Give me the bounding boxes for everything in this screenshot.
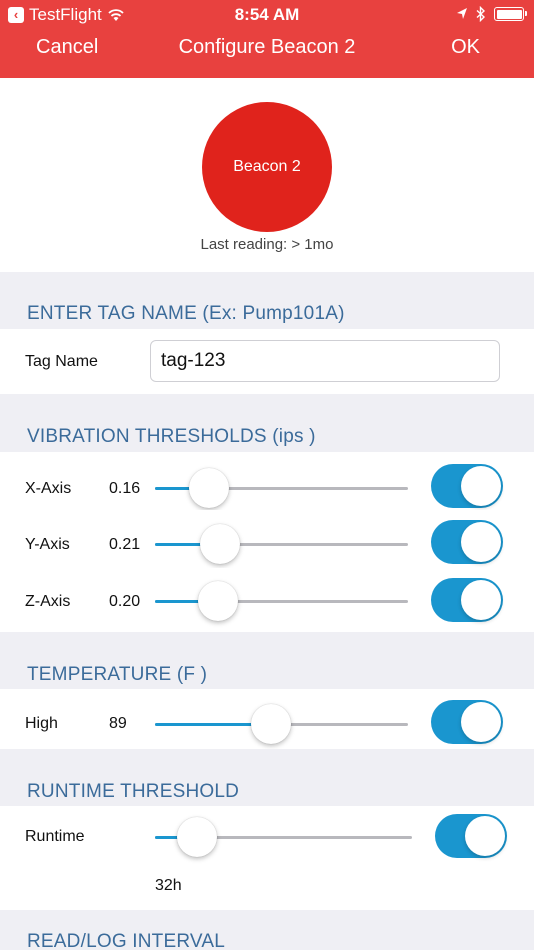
- x-axis-row: X-Axis 0.16: [0, 452, 534, 510]
- navigation-bar: ‹ TestFlight 8:54 AM Cancel Configure Be…: [0, 0, 534, 78]
- temperature-section-title: TEMPERATURE (F ): [27, 664, 208, 685]
- ok-button[interactable]: OK: [451, 36, 480, 59]
- status-right: [456, 6, 527, 22]
- tag-section-title: ENTER TAG NAME (Ex: Pump101A): [27, 303, 345, 324]
- z-axis-label: Z-Axis: [25, 593, 71, 610]
- runtime-value: 32h: [155, 877, 182, 894]
- y-axis-toggle[interactable]: [431, 520, 503, 564]
- last-reading: Last reading: > 1mo: [200, 236, 334, 253]
- tag-name-input[interactable]: [150, 340, 500, 382]
- slider-thumb[interactable]: [189, 468, 230, 508]
- location-arrow-icon: [457, 8, 467, 19]
- runtime-section-title: RUNTIME THRESHOLD: [27, 781, 240, 802]
- runtime-toggle[interactable]: [435, 814, 507, 858]
- beacon-circle: Beacon 2: [202, 102, 332, 232]
- x-axis-value: 0.16: [109, 480, 141, 497]
- y-axis-row: Y-Axis 0.21: [0, 510, 534, 568]
- nav-row: Cancel Configure Beacon 2 OK: [0, 30, 534, 70]
- beacon-summary: Beacon 2 Last reading: > 1mo: [0, 78, 534, 272]
- vibration-section-header: VIBRATION THRESHOLDS (ips ): [0, 394, 534, 452]
- slider-thumb[interactable]: [197, 581, 238, 621]
- battery-icon: [494, 7, 527, 21]
- z-axis-value: 0.20: [109, 593, 141, 610]
- temperature-toggle[interactable]: [431, 700, 503, 744]
- temperature-high-row: High 89: [0, 689, 534, 749]
- status-bar: ‹ TestFlight 8:54 AM: [0, 0, 534, 30]
- status-time: 8:54 AM: [234, 5, 300, 24]
- slider-thumb[interactable]: [199, 524, 240, 564]
- runtime-slider[interactable]: [155, 817, 412, 857]
- temperature-high-label: High: [25, 715, 58, 732]
- y-axis-value: 0.21: [109, 536, 141, 553]
- slider-thumb[interactable]: [176, 817, 217, 857]
- runtime-row: Runtime 32h: [0, 806, 534, 910]
- bluetooth-icon: [476, 6, 486, 22]
- z-axis-row: Z-Axis 0.20: [0, 568, 534, 632]
- tag-section-header: ENTER TAG NAME (Ex: Pump101A): [0, 272, 534, 329]
- temperature-slider[interactable]: [155, 704, 408, 744]
- interval-section-header: READ/LOG INTERVAL: [0, 910, 534, 950]
- z-axis-toggle[interactable]: [431, 578, 503, 622]
- y-axis-label: Y-Axis: [25, 536, 70, 553]
- tag-name-label: Tag Name: [25, 353, 98, 370]
- temperature-high-value: 89: [109, 715, 127, 732]
- z-axis-slider[interactable]: [155, 581, 408, 621]
- runtime-label: Runtime: [25, 828, 85, 845]
- x-axis-toggle[interactable]: [431, 464, 503, 508]
- runtime-section-header: RUNTIME THRESHOLD: [0, 749, 534, 806]
- temperature-section-header: TEMPERATURE (F ): [0, 632, 534, 689]
- x-axis-slider[interactable]: [155, 468, 408, 508]
- x-axis-label: X-Axis: [25, 480, 72, 497]
- slider-thumb[interactable]: [250, 704, 291, 744]
- beacon-name: Beacon 2: [233, 158, 301, 175]
- y-axis-slider[interactable]: [155, 524, 408, 564]
- vibration-section-title: VIBRATION THRESHOLDS (ips ): [27, 426, 316, 447]
- tag-name-row: Tag Name: [0, 329, 534, 394]
- interval-section-title: READ/LOG INTERVAL: [27, 931, 226, 950]
